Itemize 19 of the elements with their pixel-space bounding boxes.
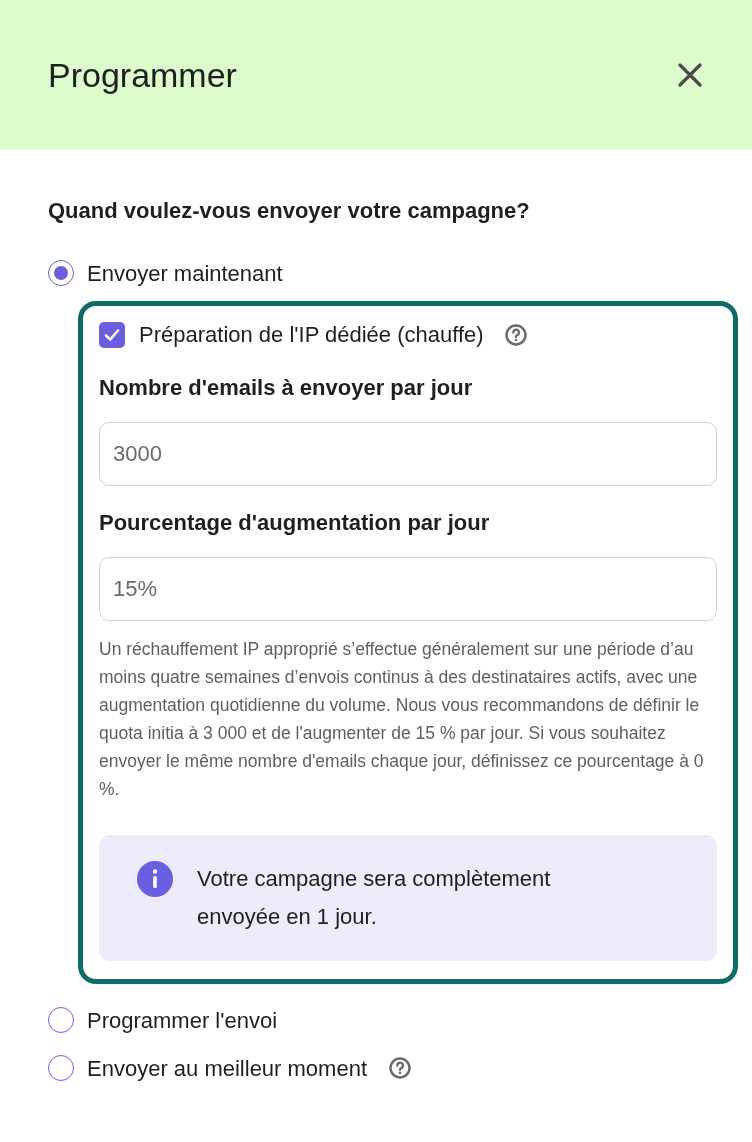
info-text: Votre campagne sera complètement envoyée en 1 jour. [197, 865, 552, 931]
help-icon[interactable] [503, 322, 528, 347]
checkbox-label: Préparation de l'IP dédiée (chauffe) [139, 321, 484, 349]
field-label: Pourcentage d'augmentation par jour [99, 509, 491, 537]
option-label: Envoyer maintenant [87, 259, 283, 288]
input-field[interactable]: 15% [99, 557, 717, 621]
hint-text: Un réchauffement IP approprié s’effectue généralement sur une période d’au moins quatre semaines d’envois continus à des destinataires actifs, avec une augmentation quotidienne du volume. Nous vous recommandons de définir le quota initia à 3 000 et de l'augmenter de 15 % par jour. Si vous souhaitez envoyer le même nombre d'emails chaque jour, définissez ce pourcentage à 0 %. [99, 638, 705, 801]
radio-button[interactable] [48, 1007, 74, 1033]
field-label: Nombre d'emails à envoyer par jour [99, 374, 474, 402]
info-icon [137, 861, 173, 897]
question-label: Quand voulez-vous envoyer votre campagne? [48, 197, 531, 225]
radio-button[interactable] [48, 260, 74, 286]
option-label: Envoyer au meilleur moment [87, 1054, 367, 1083]
option-label: Programmer l'envoi [87, 1006, 278, 1035]
help-icon[interactable] [388, 1056, 412, 1080]
checkbox[interactable] [99, 321, 125, 348]
dialog-title: Programmer [48, 54, 237, 96]
radio-button[interactable] [48, 1055, 74, 1081]
input-field[interactable]: 3000 [99, 422, 717, 486]
